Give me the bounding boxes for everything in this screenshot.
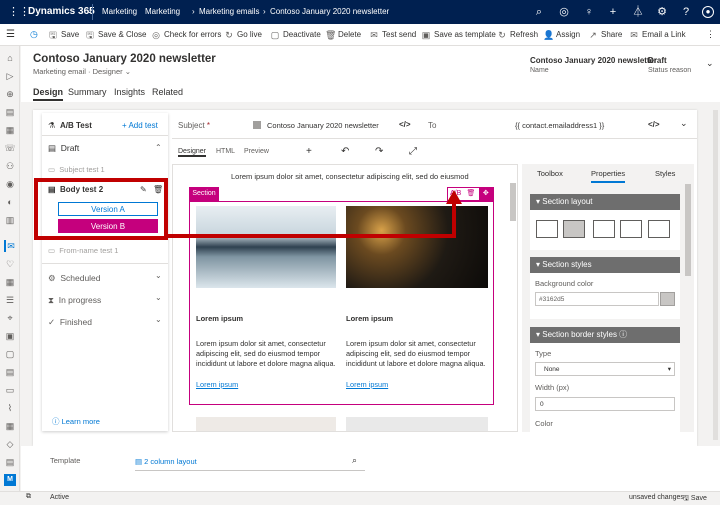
- popout-icon[interactable]: ⧉: [26, 493, 31, 501]
- search-icon[interactable]: ⌕: [352, 455, 357, 466]
- section-styles-header[interactable]: ▾ Section styles: [530, 257, 680, 273]
- tab-styles[interactable]: Styles: [655, 169, 675, 178]
- width-input[interactable]: 0: [535, 397, 675, 411]
- color-swatch[interactable]: [660, 292, 675, 306]
- main-scrollbar[interactable]: [713, 110, 718, 440]
- chevron-down-icon: ▾: [667, 366, 671, 373]
- border-styles-header[interactable]: ▾ Section border styles ⓘ: [530, 327, 680, 343]
- template-label: Template: [50, 456, 81, 465]
- tab-toolbox[interactable]: Toolbox: [537, 169, 563, 178]
- status-text: Active: [50, 494, 70, 501]
- panel-scrollbar[interactable]: [685, 184, 691, 276]
- layout-right-sidebar[interactable]: [620, 220, 642, 238]
- unsaved-text: unsaved changes: [629, 494, 684, 501]
- status-save-button[interactable]: 🖫 Save: [683, 494, 707, 505]
- width-label: Width (px): [535, 383, 570, 392]
- layout-two-column[interactable]: [563, 220, 585, 238]
- type-select[interactable]: None ▾: [535, 362, 675, 376]
- status-bar: ⧉ Active unsaved changes 🖫 Save: [0, 491, 720, 503]
- layout-three-column[interactable]: [648, 220, 670, 238]
- tab-properties[interactable]: Properties: [591, 169, 626, 183]
- template-footer: Template ▤ 2 column layout ⌕: [21, 446, 720, 491]
- type-label: Type: [535, 349, 552, 358]
- section-layout-header[interactable]: ▾ Section layout: [530, 194, 680, 210]
- bg-color-label: Background color: [535, 279, 594, 288]
- bg-color-input[interactable]: #3162d5: [535, 292, 659, 306]
- color-label: Color: [535, 419, 553, 428]
- template-link[interactable]: ▤ 2 column layout: [135, 457, 197, 466]
- layout-left-sidebar[interactable]: [593, 220, 615, 238]
- layout-one-column[interactable]: [536, 220, 558, 238]
